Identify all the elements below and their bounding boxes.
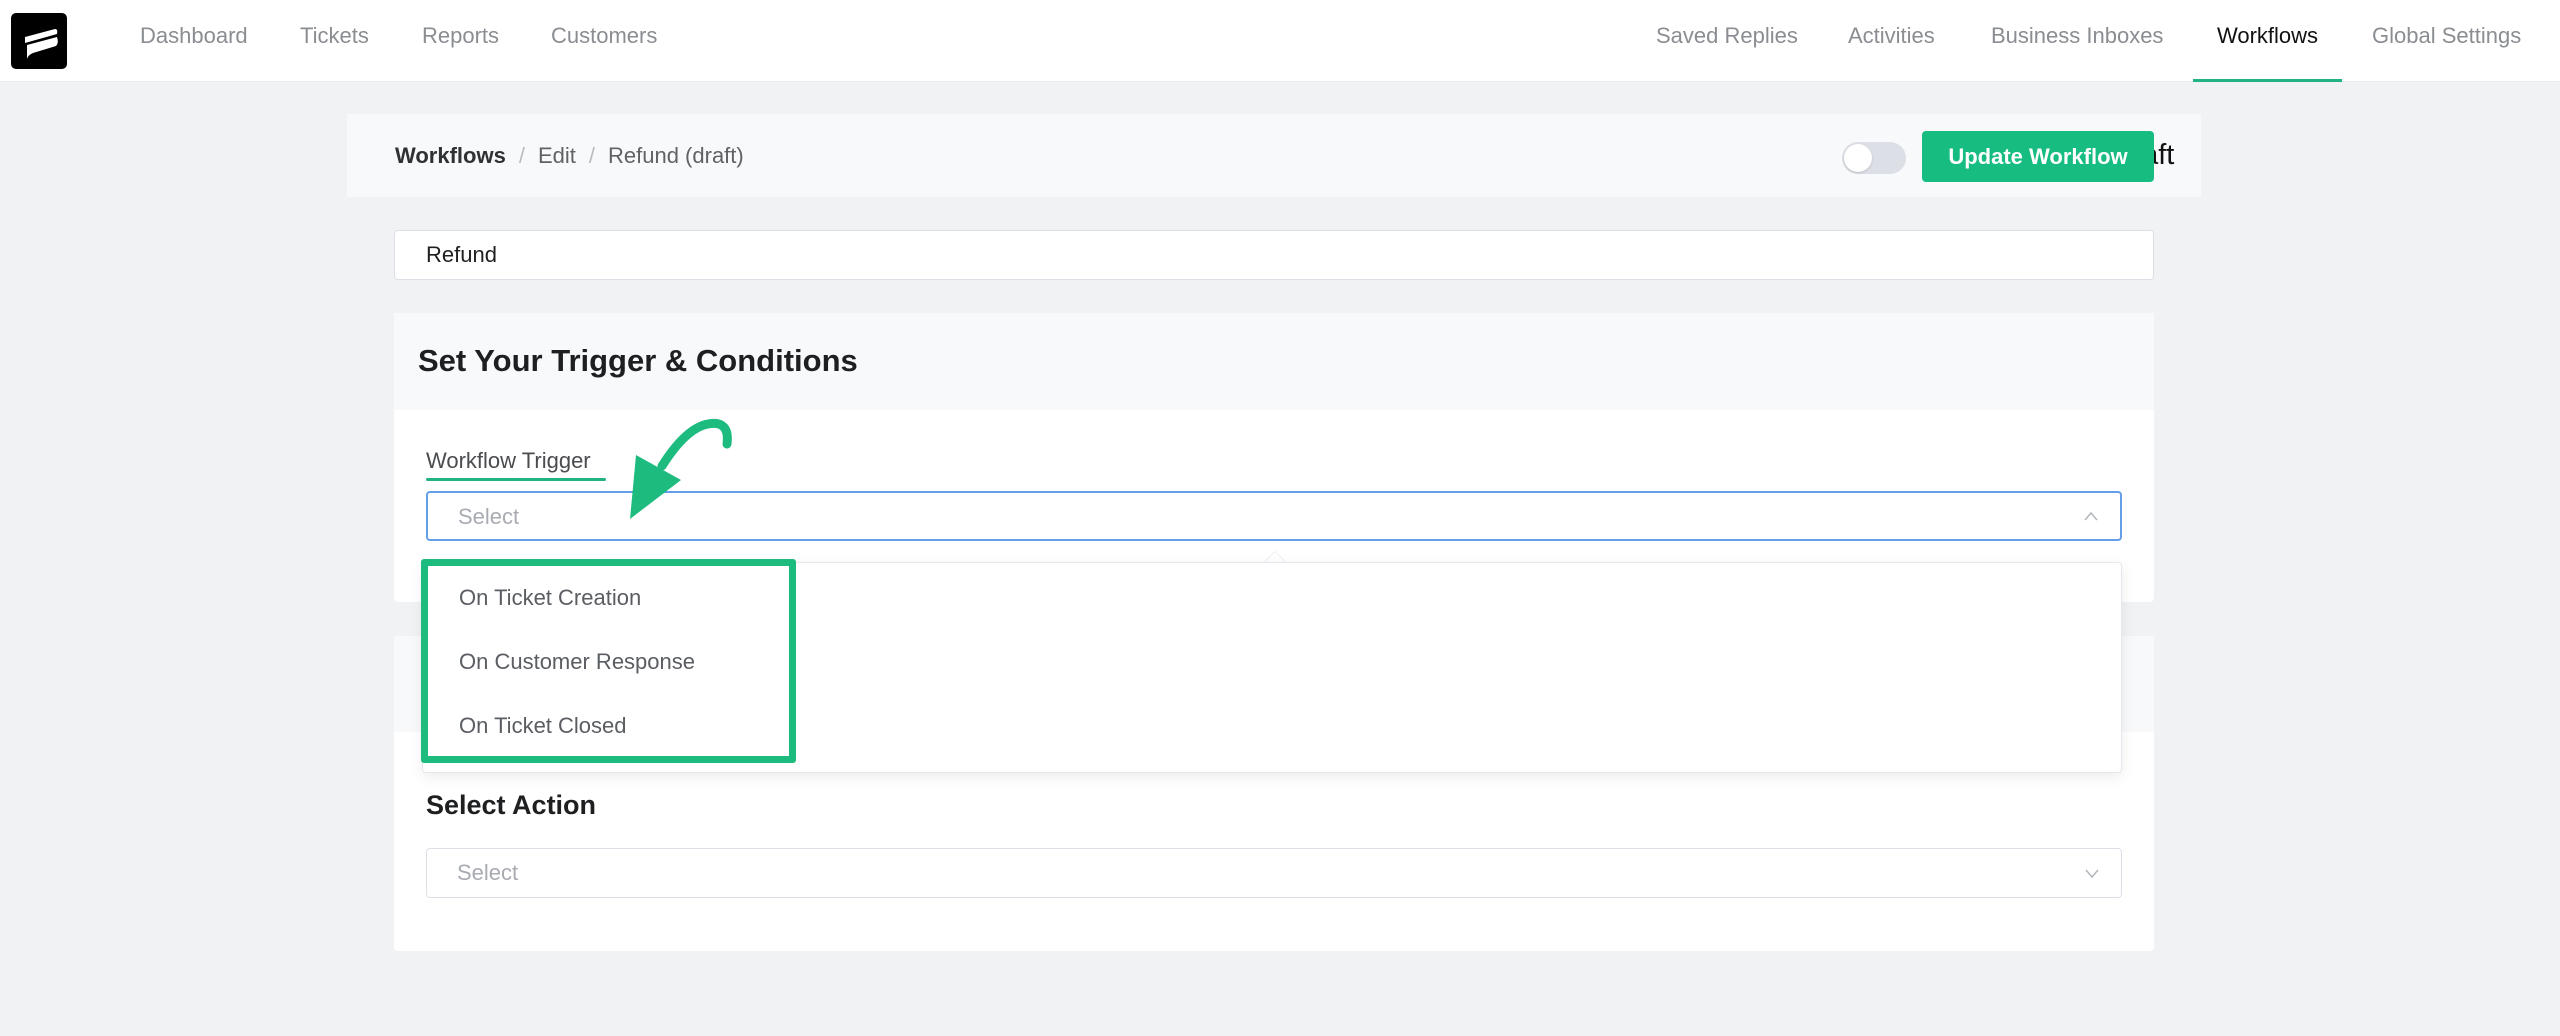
update-workflow-button[interactable]: Update Workflow [1922,131,2154,182]
nav-reports[interactable]: Reports [422,0,499,82]
nav-global-settings[interactable]: Global Settings [2372,0,2521,82]
breadcrumb-separator: / [518,143,525,168]
status-toggle[interactable] [1842,142,1906,174]
breadcrumb-edit[interactable]: Edit [538,143,576,168]
workflow-name-input[interactable] [394,230,2154,280]
nav-business-inboxes[interactable]: Business Inboxes [1991,0,2163,82]
trigger-card-header: Set Your Trigger & Conditions [394,313,2154,410]
workflow-trigger-select[interactable]: Select [426,491,2122,541]
trigger-card-title: Set Your Trigger & Conditions [418,343,858,378]
option-on-ticket-closed[interactable]: On Ticket Closed [459,713,627,739]
select-placeholder: Select [457,860,519,885]
toggle-knob [1844,144,1872,172]
nav-activities[interactable]: Activities [1848,0,1935,82]
chevron-up-icon [2084,511,2098,521]
nav-customers[interactable]: Customers [551,0,657,82]
top-nav: Dashboard Tickets Reports Customers Save… [0,0,2560,82]
breadcrumb-workflows[interactable]: Workflows [395,143,506,168]
nav-saved-replies[interactable]: Saved Replies [1656,0,1798,82]
option-on-customer-response[interactable]: On Customer Response [459,649,695,675]
nav-dashboard[interactable]: Dashboard [140,0,248,82]
chevron-down-icon [2085,869,2099,879]
action-select[interactable]: Select [426,848,2122,898]
select-action-heading: Select Action [426,790,597,820]
option-on-ticket-creation[interactable]: On Ticket Creation [459,585,641,611]
workflow-trigger-label: Workflow Trigger [426,448,591,473]
breadcrumb-separator: / [588,143,595,168]
nav-workflows[interactable]: Workflows [2192,0,2343,82]
annotation-underline [426,478,606,481]
nav-tickets[interactable]: Tickets [300,0,369,82]
breadcrumb: Workflows / Edit / Refund (draft) [395,114,744,197]
select-placeholder: Select [458,504,520,529]
breadcrumb-current: Refund (draft) [608,143,744,168]
app-logo-icon[interactable] [11,13,67,69]
